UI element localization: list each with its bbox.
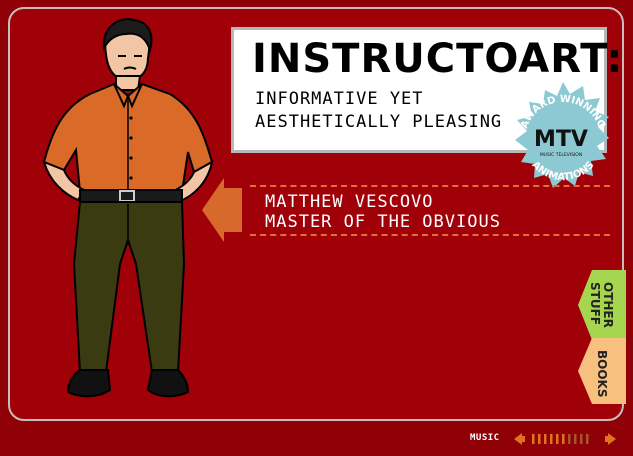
tab-books[interactable]: BOOKS bbox=[578, 338, 626, 404]
music-prev-icon[interactable] bbox=[514, 433, 525, 445]
volume-bar[interactable] bbox=[538, 434, 541, 444]
svg-text:MUSIC TELEVISION: MUSIC TELEVISION bbox=[540, 152, 582, 158]
volume-bar[interactable] bbox=[562, 434, 565, 444]
divider-top bbox=[250, 185, 610, 187]
svg-text:MTV: MTV bbox=[534, 127, 588, 152]
tab-books-label: BOOKS bbox=[595, 350, 609, 398]
award-badge: AWARD WINNING ANIMATIONS MTV MUSIC TELEV… bbox=[515, 82, 609, 188]
divider-bottom bbox=[250, 234, 610, 236]
music-next-icon[interactable] bbox=[605, 433, 616, 445]
page-title: INSTRUCTOART: bbox=[252, 36, 624, 82]
volume-bar[interactable] bbox=[568, 434, 571, 444]
volume-bar[interactable] bbox=[586, 434, 589, 444]
volume-bar[interactable] bbox=[532, 434, 535, 444]
volume-bar[interactable] bbox=[574, 434, 577, 444]
volume-bar[interactable] bbox=[544, 434, 547, 444]
music-volume-level[interactable] bbox=[532, 434, 589, 444]
volume-bar[interactable] bbox=[550, 434, 553, 444]
subtitle-line-2: AESTHETICALLY PLEASING bbox=[255, 112, 503, 132]
tab-other-stuff[interactable]: OTHER STUFF bbox=[578, 270, 626, 340]
tab-other-label: OTHER STUFF bbox=[588, 282, 615, 328]
author-tagline: MASTER OF THE OBVIOUS bbox=[265, 212, 501, 232]
subtitle-line-1: INFORMATIVE YET bbox=[255, 89, 424, 109]
man-figure bbox=[42, 18, 214, 398]
volume-bar[interactable] bbox=[580, 434, 583, 444]
music-control: MUSIC bbox=[470, 430, 620, 448]
arrow-left-icon[interactable] bbox=[202, 178, 242, 242]
volume-bar[interactable] bbox=[556, 434, 559, 444]
author-name: MATTHEW VESCOVO bbox=[265, 192, 434, 212]
